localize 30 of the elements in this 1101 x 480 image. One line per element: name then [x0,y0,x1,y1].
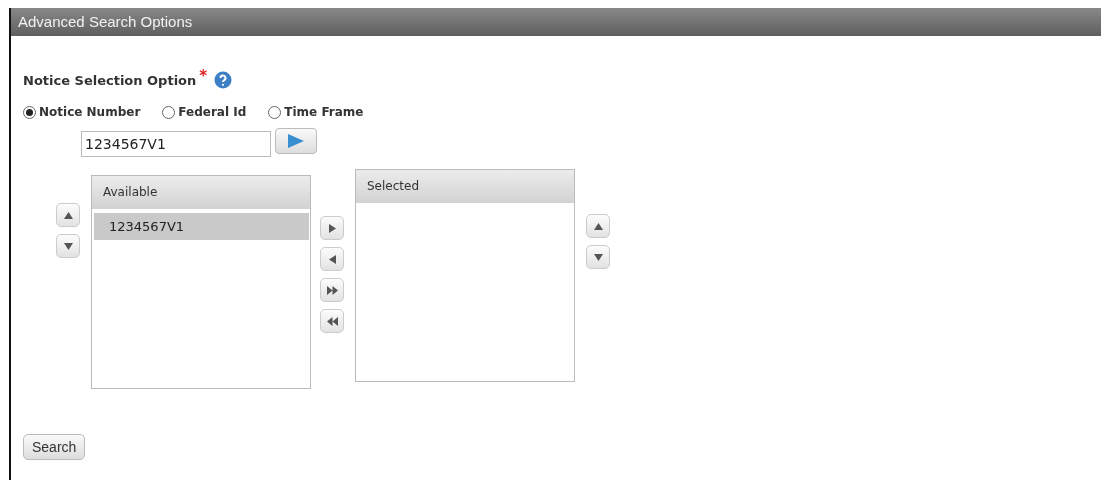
double-left-icon [326,316,338,326]
go-button[interactable] [275,128,317,154]
remove-all-button[interactable] [320,309,344,333]
list-item[interactable]: 1234567V1 [94,213,309,240]
left-triangle-icon [328,254,336,264]
help-icon[interactable] [214,71,233,89]
double-right-icon [326,285,338,295]
right-triangle-icon [328,223,336,233]
required-mark: * [199,67,208,85]
radio-option[interactable]: Time Frame [268,105,364,119]
move-up-button[interactable] [56,203,80,227]
down-triangle-icon [593,253,603,261]
list-header: Available [92,176,310,211]
move-down-button[interactable] [586,245,610,269]
radio-option[interactable]: Federal Id [162,105,247,119]
radio-option[interactable]: Notice Number [23,105,141,119]
add-button[interactable] [320,216,344,240]
up-triangle-icon [593,222,603,230]
move-down-button[interactable] [56,234,80,258]
panel-title: Advanced Search Options [11,8,1101,36]
up-triangle-icon [63,211,73,219]
down-triangle-icon [63,242,73,250]
field-label: Notice Selection Option [23,72,197,88]
add-all-button[interactable] [320,278,344,302]
play-icon [287,134,305,148]
move-up-button[interactable] [586,214,610,238]
remove-button[interactable] [320,247,344,271]
search-button[interactable]: Search [23,434,86,460]
list-header: Selected [356,170,574,205]
notice-input[interactable]: 1234567V1 [81,131,271,157]
